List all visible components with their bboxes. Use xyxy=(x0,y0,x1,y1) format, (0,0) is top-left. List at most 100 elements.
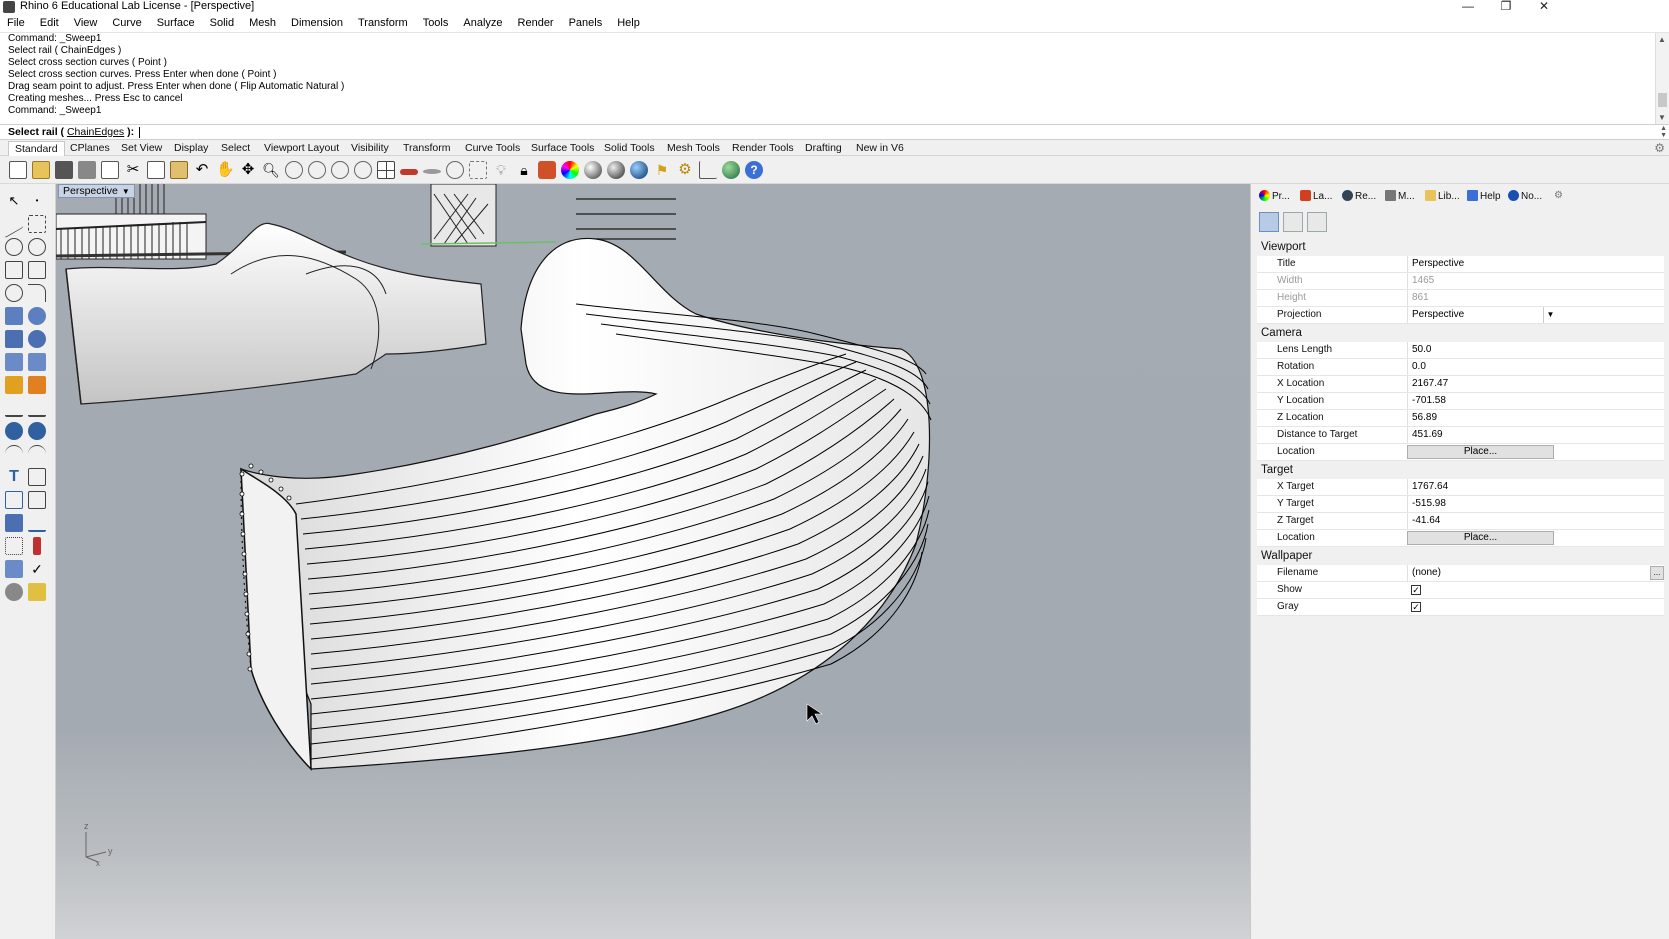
show-checkbox[interactable]: ✓ xyxy=(1411,585,1421,595)
sphere-shaded-icon[interactable] xyxy=(584,161,602,179)
lens-length-field[interactable]: 50.0 xyxy=(1407,342,1557,358)
prop-gray[interactable]: Gray ✓ xyxy=(1257,599,1664,616)
layer-icon[interactable] xyxy=(538,161,556,179)
save-icon[interactable] xyxy=(55,161,73,179)
panel-tab-libraries[interactable]: Lib... xyxy=(1425,190,1460,203)
split-icon[interactable] xyxy=(28,399,46,417)
new-icon[interactable] xyxy=(9,161,27,179)
viewport-scene[interactable]: z y x xyxy=(56,184,1250,939)
perspective-viewport[interactable]: z y x Perspective ▼ xyxy=(56,184,1250,939)
prop-x-location[interactable]: X Location 2167.47 xyxy=(1257,376,1664,393)
zoom-icon[interactable]: 🔍︎ xyxy=(262,161,280,179)
sphere-blue-icon[interactable] xyxy=(630,161,648,179)
array-icon[interactable] xyxy=(5,537,23,555)
command-prompt[interactable]: Select rail ( ChainEdges ): ▲ ▼ xyxy=(0,124,1669,140)
help-icon[interactable]: ? xyxy=(745,161,763,179)
paste-icon[interactable] xyxy=(170,161,188,179)
prop-y-location[interactable]: Y Location -701.58 xyxy=(1257,393,1664,410)
network-surface-icon[interactable] xyxy=(28,307,46,325)
pan-icon[interactable]: ✋ xyxy=(216,161,235,179)
panel-tab-notes[interactable]: No... xyxy=(1508,190,1542,203)
prop-z-location[interactable]: Z Location 56.89 xyxy=(1257,410,1664,427)
snap-icon[interactable] xyxy=(469,161,487,179)
restore-button[interactable]: ❐ xyxy=(1491,0,1521,14)
move-icon[interactable] xyxy=(5,445,23,463)
prop-projection[interactable]: Projection Perspective ▼ xyxy=(1257,307,1664,324)
tab-viewport-layout[interactable]: Viewport Layout xyxy=(258,141,345,156)
prop-show[interactable]: Show ✓ xyxy=(1257,582,1664,599)
import-icon[interactable] xyxy=(101,161,119,179)
history-icon[interactable] xyxy=(33,537,41,555)
panel-tab-layers[interactable]: La... xyxy=(1300,190,1332,203)
ungroup-icon[interactable] xyxy=(28,422,46,440)
flag-icon[interactable]: ⚑ xyxy=(653,161,671,179)
prop-title[interactable]: Title Perspective xyxy=(1257,256,1664,273)
tab-set-view[interactable]: Set View xyxy=(115,141,168,156)
distance-field[interactable]: 451.69 xyxy=(1407,427,1557,443)
prop-lens-length[interactable]: Lens Length 50.0 xyxy=(1257,342,1664,359)
tab-drafting[interactable]: Drafting xyxy=(799,141,848,156)
zoom-selected-icon[interactable] xyxy=(331,161,349,179)
point-icon[interactable]: • xyxy=(28,192,46,210)
grid-icon[interactable] xyxy=(699,161,717,179)
viewport-title-tab[interactable]: Perspective ▼ xyxy=(58,184,135,198)
extrude-icon[interactable] xyxy=(5,353,23,371)
prompt-option-chainedges[interactable]: ChainEdges xyxy=(67,126,124,138)
box-icon[interactable] xyxy=(5,330,23,348)
curve-icon[interactable] xyxy=(28,215,46,233)
polygon-icon[interactable] xyxy=(5,284,23,302)
tab-standard[interactable]: Standard xyxy=(8,141,65,156)
z-target-field[interactable]: -41.64 xyxy=(1407,513,1557,529)
camera-place-button[interactable]: Place... xyxy=(1407,445,1554,459)
light-icon[interactable]: 💡︎ xyxy=(492,161,510,179)
menu-help[interactable]: Help xyxy=(617,17,640,29)
prop-x-target[interactable]: X Target 1767.64 xyxy=(1257,479,1664,496)
panel-tab-materials[interactable]: M... xyxy=(1385,190,1415,203)
menu-panels[interactable]: Panels xyxy=(569,17,603,29)
ufo-icon[interactable] xyxy=(423,161,441,179)
prop-rotation[interactable]: Rotation 0.0 xyxy=(1257,359,1664,376)
circle-icon[interactable] xyxy=(5,238,23,256)
color-wheel-icon[interactable] xyxy=(561,161,579,179)
viewport-menu-chevron-icon[interactable]: ▼ xyxy=(122,187,130,196)
prop-filename[interactable]: Filename (none)... xyxy=(1257,565,1664,582)
car-icon[interactable] xyxy=(400,161,418,179)
transform-icon[interactable] xyxy=(28,491,46,509)
drafting-icon[interactable] xyxy=(5,583,23,601)
tab-display[interactable]: Display xyxy=(168,141,214,156)
explode-icon[interactable] xyxy=(5,376,23,394)
rectangle-icon[interactable] xyxy=(28,261,46,279)
four-viewports-icon[interactable] xyxy=(377,161,395,179)
mesh-icon[interactable] xyxy=(28,353,46,371)
fillet-icon[interactable] xyxy=(28,284,46,302)
block-icon[interactable] xyxy=(5,491,23,509)
copy-icon[interactable] xyxy=(147,161,165,179)
scroll-down-icon[interactable]: ▼ xyxy=(1658,113,1666,122)
menu-edit[interactable]: Edit xyxy=(40,17,59,29)
tab-cplanes[interactable]: CPlanes xyxy=(64,141,116,156)
prop-z-target[interactable]: Z Target -41.64 xyxy=(1257,513,1664,530)
menu-surface[interactable]: Surface xyxy=(157,17,195,29)
panel-tab-properties[interactable]: Pr... xyxy=(1259,190,1290,203)
menu-curve[interactable]: Curve xyxy=(112,17,141,29)
menu-view[interactable]: View xyxy=(74,17,98,29)
scroll-up-icon[interactable]: ▲ xyxy=(1658,35,1666,44)
minimize-button[interactable]: — xyxy=(1453,0,1483,14)
solid-tools-icon[interactable] xyxy=(5,514,23,532)
x-location-field[interactable]: 2167.47 xyxy=(1407,376,1557,392)
trim-icon[interactable] xyxy=(5,399,23,417)
camera-icon[interactable] xyxy=(1259,212,1279,232)
dimmer-icon[interactable] xyxy=(446,161,464,179)
z-location-field[interactable]: 56.89 xyxy=(1407,410,1557,426)
polyline-icon[interactable] xyxy=(5,209,23,239)
print-icon[interactable] xyxy=(78,161,96,179)
globe-icon[interactable] xyxy=(722,161,740,179)
panel-tab-render[interactable]: Re... xyxy=(1342,190,1376,203)
target-place-button[interactable]: Place... xyxy=(1407,531,1554,545)
tab-solid-tools[interactable]: Solid Tools xyxy=(598,141,661,156)
arc-icon[interactable] xyxy=(5,261,23,279)
projection-select[interactable]: Perspective xyxy=(1407,307,1557,323)
menu-render[interactable]: Render xyxy=(518,17,554,29)
tab-new-in-v6[interactable]: New in V6 xyxy=(850,141,910,156)
prompt-spinner[interactable]: ▲ ▼ xyxy=(1660,125,1667,139)
